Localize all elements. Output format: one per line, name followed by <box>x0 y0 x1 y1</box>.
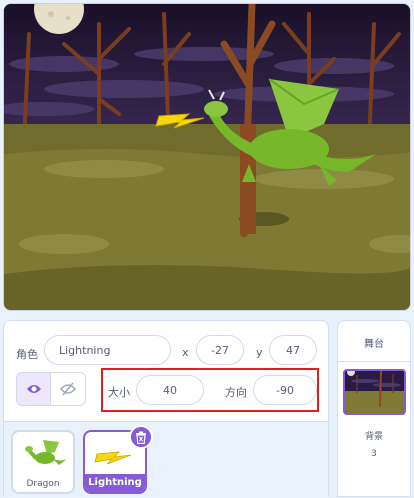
divider <box>338 361 410 362</box>
sprite-list: Dragon Lightning <box>4 421 328 498</box>
size-label: 大小 <box>108 386 130 399</box>
sprite-name-value: Lightning <box>59 343 111 357</box>
x-value: -27 <box>211 343 229 357</box>
sprite-label: 角色 <box>16 348 38 361</box>
show-button[interactable] <box>16 372 51 406</box>
dragon-thumbnail <box>25 440 67 465</box>
sprite-tile-name: Lightning <box>85 474 145 492</box>
x-label: x <box>182 346 189 359</box>
visibility-toggle <box>16 372 86 406</box>
y-label: y <box>256 346 263 359</box>
size-value: 40 <box>163 383 177 397</box>
direction-value: -90 <box>276 383 294 397</box>
stage-scene <box>4 4 410 310</box>
stage-panel-title: 舞台 <box>364 339 384 350</box>
sprite-info-panel: 角色 Lightning x -27 y 47 大小 40 方向 -90 Dra… <box>3 320 329 498</box>
size-input[interactable]: 40 <box>136 375 204 405</box>
eye-icon <box>26 385 41 393</box>
eye-slash-icon <box>60 382 76 396</box>
direction-label: 方向 <box>225 386 247 399</box>
stage-selector-panel[interactable]: 舞台 背景 3 <box>337 320 411 497</box>
hide-button[interactable] <box>51 372 86 406</box>
sprite-tile-name: Dragon <box>26 479 60 489</box>
sprite-name-input[interactable]: Lightning <box>44 335 171 365</box>
y-value: 47 <box>286 343 300 357</box>
backdrops-label: 背景 <box>364 432 383 442</box>
stage-thumbnail[interactable] <box>343 369 406 415</box>
y-input[interactable]: 47 <box>269 335 317 365</box>
stage-canvas[interactable] <box>3 3 411 311</box>
x-input[interactable]: -27 <box>196 335 244 365</box>
direction-input[interactable]: -90 <box>253 375 317 405</box>
trash-icon <box>136 431 146 444</box>
delete-sprite-button[interactable] <box>129 425 153 449</box>
sprite-tile-dragon[interactable]: Dragon <box>11 430 75 494</box>
backdrop-thumbnail <box>345 371 404 413</box>
backdrops-count: 3 <box>371 449 377 459</box>
